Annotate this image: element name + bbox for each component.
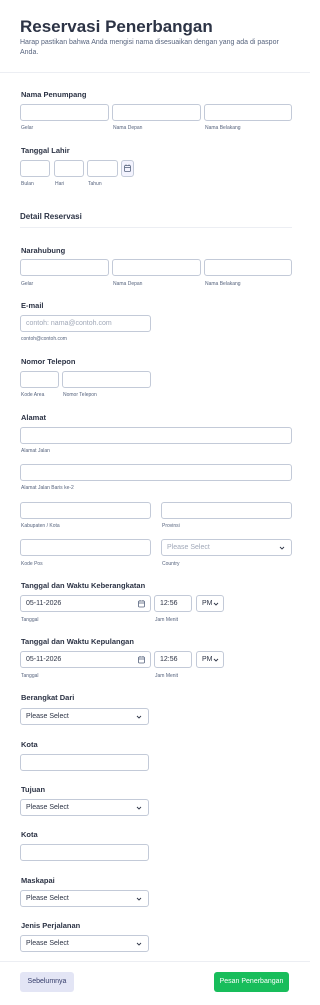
calendar-icon [124, 164, 131, 172]
return-date-value: 05-11-2026 [26, 656, 62, 663]
birth-date-label: Tanggal Lahir [21, 146, 70, 155]
contact-first-sublabel: Nama Depan [113, 281, 143, 287]
destination-city-input[interactable] [20, 844, 149, 861]
address-label: Alamat [21, 413, 47, 422]
chevron-down-icon [213, 602, 219, 606]
footer-divider [0, 961, 310, 962]
passenger-first-name-input[interactable] [112, 104, 201, 121]
airline-select[interactable]: Please Select [20, 890, 149, 907]
passenger-name-label: Nama Penumpang [21, 90, 87, 99]
email-label: E-mail [21, 301, 44, 310]
book-flight-button[interactable]: Pesan Penerbangan [214, 972, 289, 992]
trip-type-label: Jenis Perjalanan [21, 921, 81, 930]
origin-select[interactable]: Please Select [20, 708, 149, 725]
city-input[interactable] [20, 502, 151, 519]
passenger-title-input[interactable] [20, 104, 109, 121]
contact-last-name-input[interactable] [204, 259, 292, 276]
departure-datetime-label: Tanggal dan Waktu Keberangkatan [21, 581, 146, 590]
country-select[interactable]: Please Select [161, 539, 292, 556]
birth-month-input[interactable] [20, 160, 50, 177]
origin-label: Berangkat Dari [21, 693, 75, 702]
email-input[interactable]: contoh: nama@contoh.com [20, 315, 151, 332]
chevron-down-icon [279, 546, 285, 550]
destination-select[interactable]: Please Select [20, 799, 149, 816]
departure-time-input[interactable]: 12:56 [154, 595, 192, 612]
calendar-icon[interactable] [136, 597, 147, 611]
departure-date-sublabel: Tanggal [21, 617, 39, 623]
departure-date-input[interactable]: 05-11-2026 [20, 595, 151, 612]
reservation-section-heading: Detail Reservasi [20, 212, 82, 221]
birth-year-sublabel: Tahun [88, 181, 102, 187]
previous-button[interactable]: Sebelumnya [20, 972, 74, 992]
return-time-sublabel: Jam Menit [155, 673, 179, 679]
chevron-down-icon [213, 658, 219, 662]
return-date-input[interactable]: 05-11-2026 [20, 651, 151, 668]
postal-code-sublabel: Kode Pos [21, 561, 43, 567]
section-divider [20, 227, 292, 228]
street-address-2-sublabel: Alamat Jalan Baris ke-2 [21, 485, 74, 491]
street-address-sublabel: Alamat Jalan [21, 448, 50, 454]
passenger-title-sublabel: Gelar [21, 125, 34, 131]
country-sublabel: Country [162, 561, 180, 567]
city-sublabel: Kabupaten / Kota [21, 523, 60, 529]
page-subtitle: Harap pastikan bahwa Anda mengisi nama d… [20, 39, 279, 56]
departure-ampm-select[interactable]: PM [196, 595, 224, 612]
birth-month-sublabel: Bulan [21, 181, 34, 187]
origin-city-input[interactable] [20, 754, 149, 771]
passenger-first-sublabel: Nama Depan [113, 125, 143, 131]
origin-select-value: Please Select [26, 713, 69, 720]
province-sublabel: Provinsi [162, 523, 180, 529]
passenger-last-name-input[interactable] [204, 104, 292, 121]
airline-label: Maskapai [21, 876, 55, 885]
contact-title-input[interactable] [20, 259, 109, 276]
chevron-down-icon [136, 942, 142, 946]
origin-city-label: Kota [21, 740, 38, 749]
trip-type-select[interactable]: Please Select [20, 935, 149, 952]
phone-area-code-input[interactable] [20, 371, 59, 388]
email-sublabel: contoh@contoh.com [21, 336, 67, 342]
calendar-icon[interactable] [136, 653, 147, 667]
return-ampm-value: PM [202, 656, 213, 663]
departure-ampm-value: PM [202, 600, 213, 607]
return-datetime-label: Tanggal dan Waktu Kepulangan [21, 637, 134, 646]
page-title: Reservasi Penerbangan [20, 17, 213, 36]
destination-label: Tujuan [21, 785, 46, 794]
return-time-input[interactable]: 12:56 [154, 651, 192, 668]
birth-day-input[interactable] [54, 160, 84, 177]
phone-number-input[interactable] [62, 371, 151, 388]
passenger-last-sublabel: Nama Belakang [205, 125, 241, 131]
departure-time-sublabel: Jam Menit [155, 617, 179, 623]
province-input[interactable] [161, 502, 292, 519]
return-time-value: 12:56 [160, 656, 178, 663]
contact-first-name-input[interactable] [112, 259, 201, 276]
birth-day-sublabel: Hari [55, 181, 65, 187]
airline-select-value: Please Select [26, 895, 69, 902]
departure-date-value: 05-11-2026 [26, 600, 62, 607]
country-select-value: Please Select [167, 544, 210, 551]
return-ampm-select[interactable]: PM [196, 651, 224, 668]
trip-type-select-value: Please Select [26, 940, 69, 947]
contact-title-sublabel: Gelar [21, 281, 34, 287]
divider [0, 72, 310, 73]
destination-select-value: Please Select [26, 804, 69, 811]
phone-area-sublabel: Kode Area [21, 392, 45, 398]
chevron-down-icon [136, 715, 142, 719]
birth-calendar-button[interactable] [121, 160, 134, 177]
destination-city-label: Kota [21, 830, 38, 839]
contact-last-sublabel: Nama Belakang [205, 281, 241, 287]
phone-number-sublabel: Nomor Telepon [63, 392, 97, 398]
street-address-2-input[interactable] [20, 464, 292, 481]
phone-label: Nomor Telepon [21, 357, 76, 366]
chevron-down-icon [136, 897, 142, 901]
postal-code-input[interactable] [20, 539, 151, 556]
birth-year-input[interactable] [87, 160, 118, 177]
street-address-input[interactable] [20, 427, 292, 444]
return-date-sublabel: Tanggal [21, 673, 39, 679]
chevron-down-icon [136, 806, 142, 810]
contact-name-label: Narahubung [21, 246, 66, 255]
departure-time-value: 12:56 [160, 600, 178, 607]
